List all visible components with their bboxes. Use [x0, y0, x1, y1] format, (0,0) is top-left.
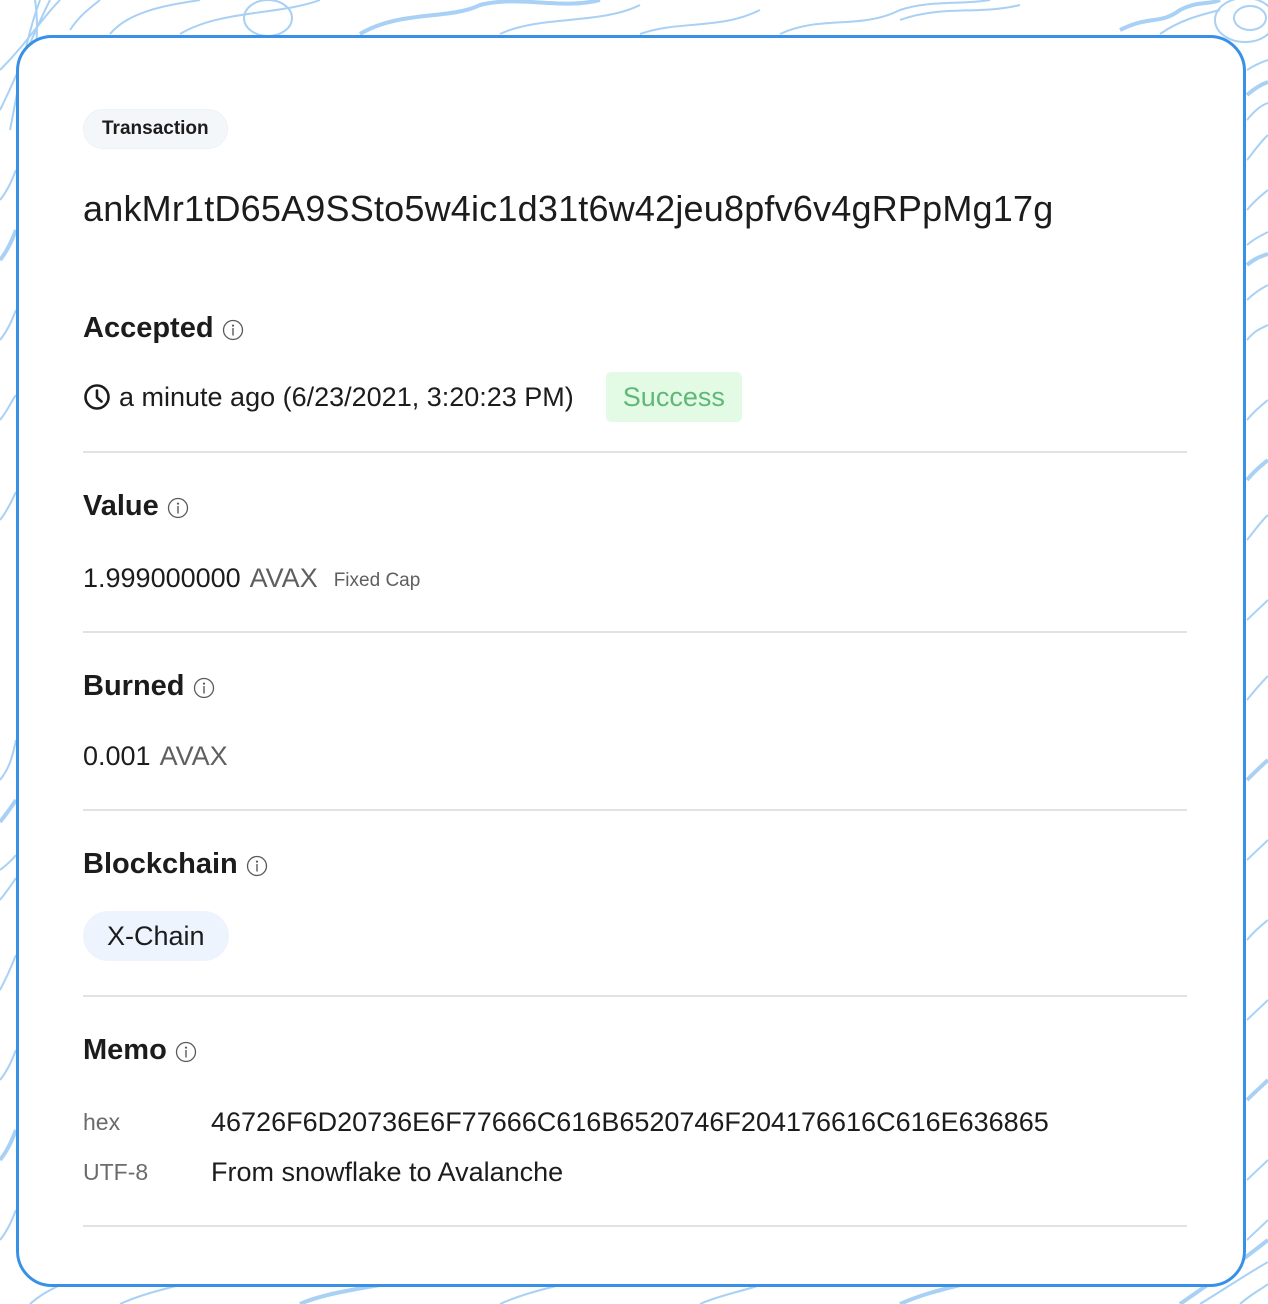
accepted-heading-label: Accepted: [83, 312, 214, 344]
memo-hex-label: hex: [83, 1108, 121, 1135]
value-heading-label: Value: [83, 490, 159, 522]
info-circle-icon[interactable]: [193, 677, 215, 699]
memo-utf8-label: UTF-8: [83, 1158, 149, 1185]
memo-hex-value: 46726F6D20736E6F77666C616B6520746F204176…: [211, 1106, 1049, 1137]
memo-row-utf8: UTF-8 From snowflake to Avalanche: [83, 1152, 563, 1192]
burned-heading-label: Burned: [83, 670, 185, 702]
burned-unit: AVAX: [159, 740, 228, 771]
value-cap-label: Fixed Cap: [333, 570, 421, 591]
burned-amount-row: 0.001 AVAX: [83, 736, 228, 776]
transaction-type-badge: Transaction: [83, 109, 228, 149]
clock-icon: [84, 384, 110, 410]
section-divider: [83, 631, 1187, 633]
info-circle-icon[interactable]: [167, 497, 189, 519]
section-divider: [83, 809, 1187, 811]
info-circle-icon[interactable]: [222, 319, 244, 341]
status-badge: Success: [605, 372, 742, 422]
memo-utf8-value: From snowflake to Avalanche: [211, 1156, 564, 1187]
value-amount: 1.999000000: [83, 562, 241, 593]
memo-heading-label: Memo: [83, 1034, 167, 1066]
burned-heading: Burned: [83, 670, 215, 703]
blockchain-chain-pill[interactable]: X-Chain: [83, 911, 229, 961]
memo-row-hex: hex 46726F6D20736E6F77666C616B6520746F20…: [83, 1102, 1049, 1142]
accepted-heading: Accepted: [83, 312, 244, 345]
transaction-id[interactable]: ankMr1tD65A9SSto5w4ic1d31t6w42jeu8pfv6v4…: [83, 188, 1053, 230]
accepted-time-text: a minute ago (6/23/2021, 3:20:23 PM): [119, 381, 574, 412]
transaction-type-label: Transaction: [102, 118, 209, 139]
section-divider: [83, 451, 1187, 453]
info-circle-icon[interactable]: [246, 855, 268, 877]
transaction-card: Transaction ankMr1tD65A9SSto5w4ic1d31t6w…: [16, 35, 1246, 1287]
info-circle-icon[interactable]: [175, 1041, 197, 1063]
value-heading: Value: [83, 490, 189, 523]
value-amount-row: 1.999000000 AVAX Fixed Cap: [83, 558, 420, 598]
memo-heading: Memo: [83, 1034, 197, 1067]
section-divider: [83, 995, 1187, 997]
section-divider: [83, 1225, 1187, 1227]
blockchain-row: X-Chain: [83, 911, 229, 961]
burned-amount: 0.001: [83, 740, 151, 771]
accepted-time-row: a minute ago (6/23/2021, 3:20:23 PM) Suc…: [83, 371, 742, 423]
value-unit: AVAX: [249, 562, 318, 593]
blockchain-heading-label: Blockchain: [83, 848, 238, 880]
blockchain-heading: Blockchain: [83, 848, 268, 881]
